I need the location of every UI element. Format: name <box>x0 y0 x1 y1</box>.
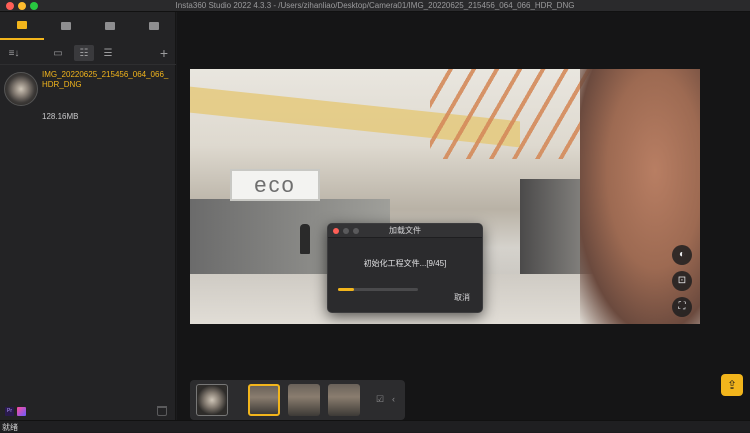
title-bar: Insta360 Studio 2022 4.3.3 - /Users/ziha… <box>0 0 750 12</box>
export-button[interactable]: ⇪ <box>721 374 743 396</box>
fullscreen-icon[interactable]: ⛶ <box>672 297 692 317</box>
main-area: eco ◐ ⊡ ⛶ 加载文件 初始化工程文件...[9/45] 取消 ☑ ‹ ⇪ <box>177 12 750 420</box>
dialog-titlebar: 加载文件 <box>328 224 482 238</box>
progress-bar <box>338 288 418 291</box>
sidebar-divider <box>0 64 176 65</box>
window-title: Insta360 Studio 2022 4.3.3 - /Users/ziha… <box>175 1 575 10</box>
monitor-icon <box>17 21 27 29</box>
timeline-strip: ☑ ‹ <box>190 380 405 420</box>
folder-star-icon <box>105 22 115 30</box>
plugin-icon[interactable] <box>17 407 26 416</box>
timeline-frame[interactable] <box>248 384 280 416</box>
loading-dialog: 加载文件 初始化工程文件...[9/45] 取消 <box>327 223 483 313</box>
file-size: 128.16MB <box>42 112 79 121</box>
edit-icon[interactable]: ☑ <box>376 394 384 405</box>
app-badges: Pr <box>5 407 26 416</box>
list-item[interactable]: IMG_20220625_215456_064_066_HDR_DNG 128.… <box>0 70 176 122</box>
tab-media[interactable] <box>0 12 44 40</box>
add-button[interactable]: + <box>154 45 174 61</box>
timeline-frame[interactable] <box>288 384 320 416</box>
fit-view-icon[interactable]: ⊡ <box>672 271 692 291</box>
timeline-frame[interactable] <box>196 384 228 416</box>
view-grid-button[interactable]: ☷ <box>74 45 94 61</box>
tab-edit[interactable] <box>132 12 176 40</box>
sidebar: ≡↓ ▭ ☷ ☰ + IMG_20220625_215456_064_066_H… <box>0 12 176 420</box>
premiere-icon[interactable]: Pr <box>5 407 14 416</box>
trash-icon[interactable] <box>157 406 167 416</box>
status-text: 就绪 <box>2 423 18 432</box>
dialog-message: 初始化工程文件...[9/45] <box>363 259 447 268</box>
progress-fill <box>338 288 354 291</box>
dialog-title: 加载文件 <box>389 226 421 235</box>
timeline-frame[interactable] <box>328 384 360 416</box>
gyro-icon[interactable]: ◐ <box>672 245 692 265</box>
cancel-button[interactable]: 取消 <box>454 292 470 303</box>
view-single-button[interactable]: ▭ <box>48 45 68 61</box>
folder-icon <box>61 22 71 30</box>
collapse-icon[interactable]: ‹ <box>392 394 395 404</box>
sort-button[interactable]: ≡↓ <box>4 45 24 61</box>
status-bar: 就绪 <box>0 420 750 432</box>
tab-folder[interactable] <box>44 12 88 40</box>
document-edit-icon <box>149 22 159 30</box>
tab-favorites[interactable] <box>88 12 132 40</box>
view-list-button[interactable]: ☰ <box>98 45 118 61</box>
person <box>300 224 310 254</box>
store-sign: eco <box>230 169 320 201</box>
sidebar-tabs <box>0 12 176 40</box>
panorama-viewer[interactable]: eco ◐ ⊡ ⛶ 加载文件 初始化工程文件...[9/45] 取消 <box>190 69 700 324</box>
file-name: IMG_20220625_215456_064_066_HDR_DNG <box>42 70 169 89</box>
sidebar-toolbar: ≡↓ ▭ ☷ ☰ + <box>0 42 176 64</box>
file-thumbnail <box>4 72 38 106</box>
